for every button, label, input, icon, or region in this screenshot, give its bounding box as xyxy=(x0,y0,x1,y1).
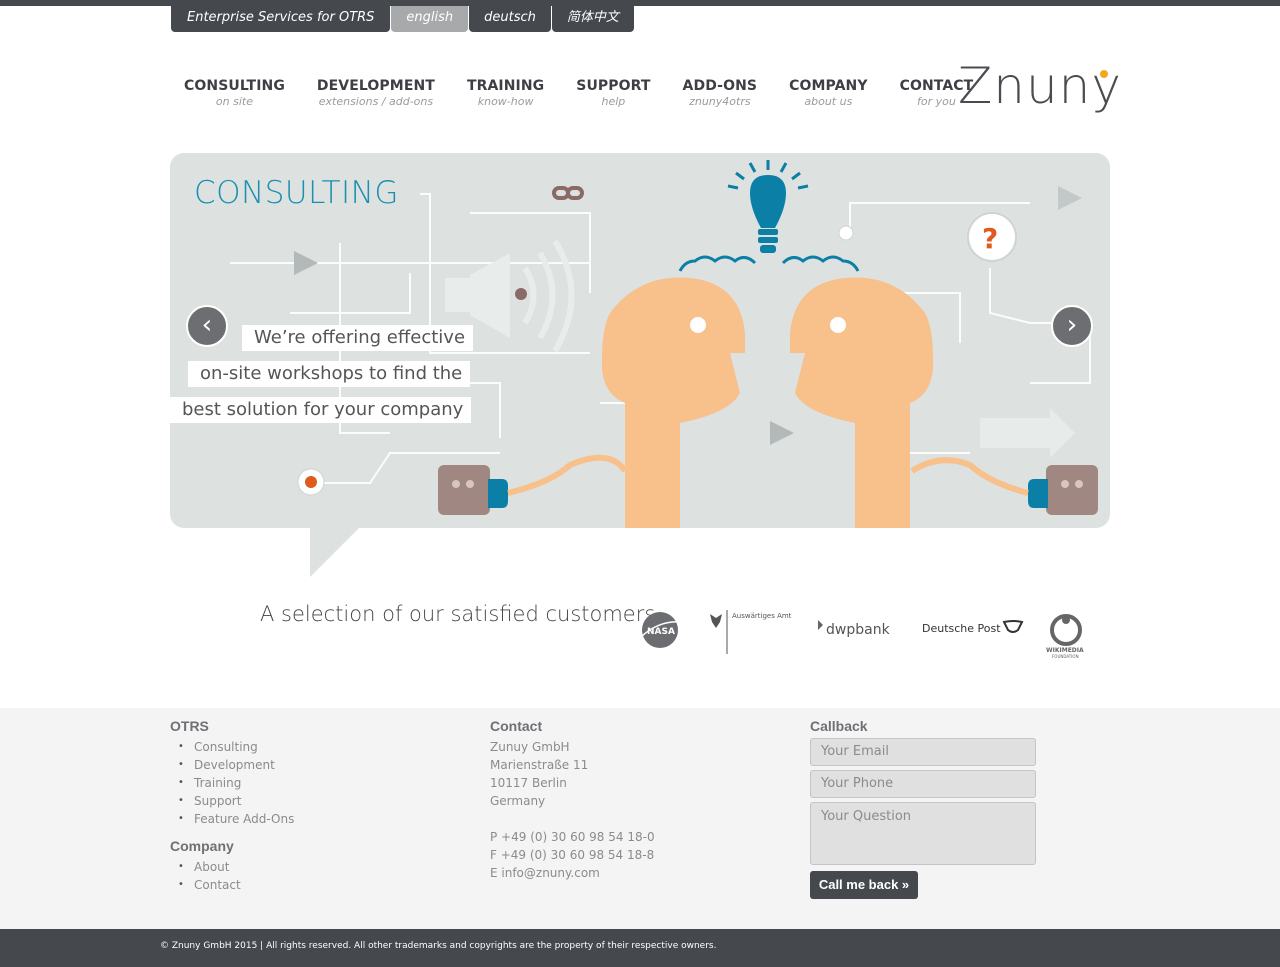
address-country: Germany xyxy=(490,794,546,808)
callback-heading: Callback xyxy=(810,718,868,734)
slider-next-button[interactable]: › xyxy=(1051,305,1093,347)
footer-otrs-column: OTRS Consulting Development Training Sup… xyxy=(170,718,294,894)
nav-subtitle: about us xyxy=(804,95,853,108)
footer-link-training[interactable]: Training xyxy=(178,774,294,792)
main-nav: CONSULTING on site DEVELOPMENT extensions … xyxy=(168,78,989,108)
nav-company[interactable]: COMPANY about us xyxy=(773,78,883,108)
footer-callback-column: Callback Your Email Your Phone Your Ques… xyxy=(810,718,1036,899)
svg-text:?: ? xyxy=(982,222,998,255)
footer-link-consulting[interactable]: Consulting xyxy=(178,738,294,756)
otrs-links: Consulting Development Training Support … xyxy=(178,738,294,828)
nav-subtitle: know-how xyxy=(477,95,534,108)
enterprise-services-tab[interactable]: Enterprise Services for OTRS xyxy=(171,6,391,32)
slide-caption-line-3: best solution for your company xyxy=(170,397,472,423)
auswaertiges-amt-text: Auswärtiges Amt xyxy=(732,612,792,620)
logo-wordmark: Znuny xyxy=(958,57,1122,115)
call-me-back-button[interactable]: Call me back » xyxy=(810,871,918,899)
nav-title: DEVELOPMENT xyxy=(316,78,435,94)
auswaertiges-amt-logo: Auswärtiges Amt xyxy=(710,610,792,654)
lang-chinese-tab[interactable]: 简体中文 xyxy=(551,6,634,32)
slider-prev-button[interactable]: ‹ xyxy=(186,305,228,347)
phone-number: P +49 (0) 30 60 98 54 18-0 xyxy=(490,830,655,844)
znuny-logo[interactable]: Znuny xyxy=(958,56,1121,120)
callback-question-textarea[interactable]: Your Question xyxy=(810,802,1036,865)
fax-number: F +49 (0) 30 60 98 54 18-8 xyxy=(490,848,655,862)
nav-subtitle: znuny4otrs xyxy=(689,95,751,108)
wikimedia-foundation-text: FOUNDATION xyxy=(1052,654,1079,659)
customers-heading: A selection of our satisfied customers xyxy=(260,602,656,626)
lang-english-tab[interactable]: english xyxy=(391,6,469,32)
nav-subtitle: on site xyxy=(215,95,253,108)
nav-support[interactable]: SUPPORT help xyxy=(560,78,666,108)
hero-slider: ? CONSULTING We’re offering effective on… xyxy=(170,153,1110,528)
email-address[interactable]: E info@znuny.com xyxy=(490,864,655,882)
company-links: About Contact xyxy=(178,858,294,894)
nav-subtitle: help xyxy=(601,95,626,108)
chevron-right-icon: › xyxy=(1066,310,1078,340)
deutsche-post-text: Deutsche Post xyxy=(922,622,1001,635)
nav-subtitle: extensions / add-ons xyxy=(318,95,434,108)
slide-caption-line-1: We’re offering effective xyxy=(242,325,474,351)
footer-link-development[interactable]: Development xyxy=(178,756,294,774)
footer-contact-column: Contact Zunuy GmbH Marienstraße 11 10117… xyxy=(490,718,655,882)
chevron-left-icon: ‹ xyxy=(201,310,213,340)
language-tabs: Enterprise Services for OTRS english deu… xyxy=(171,6,635,32)
lang-deutsch-tab[interactable]: deutsch xyxy=(469,6,551,32)
address-company: Zunuy GmbH xyxy=(490,740,570,754)
callback-email-input[interactable]: Your Email xyxy=(810,738,1036,766)
logo-dot-icon xyxy=(1100,70,1108,78)
footer-link-about[interactable]: About xyxy=(178,858,294,876)
nasa-logo: NASA xyxy=(641,612,683,648)
nav-title: ADD-ONS xyxy=(682,78,758,94)
nav-title: SUPPORT xyxy=(576,78,651,94)
nasa-logo-text: NASA xyxy=(647,627,675,637)
nav-consulting[interactable]: CONSULTING on site xyxy=(168,78,301,108)
company-heading: Company xyxy=(170,838,234,854)
wikimedia-logo: WIKIMEDIA FOUNDATION xyxy=(1046,614,1084,659)
nav-add-ons[interactable]: ADD-ONS znuny4otrs xyxy=(667,78,774,108)
wikimedia-text: WIKIMEDIA xyxy=(1046,647,1084,654)
contact-heading: Contact xyxy=(490,718,543,734)
dwpbank-text: dwpbank xyxy=(826,622,891,638)
nav-title: COMPANY xyxy=(789,78,868,94)
otrs-heading: OTRS xyxy=(170,718,209,734)
footer-link-feature-add-ons[interactable]: Feature Add-Ons xyxy=(178,810,294,828)
slide-heading: CONSULTING xyxy=(194,175,399,211)
footer-link-contact[interactable]: Contact xyxy=(178,876,294,894)
copyright-text: © Znuny GmbH 2015 | All rights reserved.… xyxy=(160,941,717,951)
address-street: Marienstraße 11 xyxy=(490,758,589,772)
deutsche-post-logo: Deutsche Post xyxy=(922,620,1024,635)
speech-bubble-tail xyxy=(310,527,360,577)
dwpbank-logo: dwpbank xyxy=(818,620,891,638)
nav-title: CONSULTING xyxy=(184,78,285,94)
nav-training[interactable]: TRAINING know-how xyxy=(451,78,560,108)
address-city: 10117 Berlin xyxy=(490,776,567,790)
copyright-bar: © Znuny GmbH 2015 | All rights reserved.… xyxy=(0,929,1280,967)
nav-title: TRAINING xyxy=(466,78,545,94)
footer-link-support[interactable]: Support xyxy=(178,792,294,810)
slide-caption-line-2: on-site workshops to find the xyxy=(188,361,471,387)
callback-phone-input[interactable]: Your Phone xyxy=(810,770,1036,798)
nav-development[interactable]: DEVELOPMENT extensions / add-ons xyxy=(301,78,451,108)
footer: OTRS Consulting Development Training Sup… xyxy=(0,708,1280,929)
